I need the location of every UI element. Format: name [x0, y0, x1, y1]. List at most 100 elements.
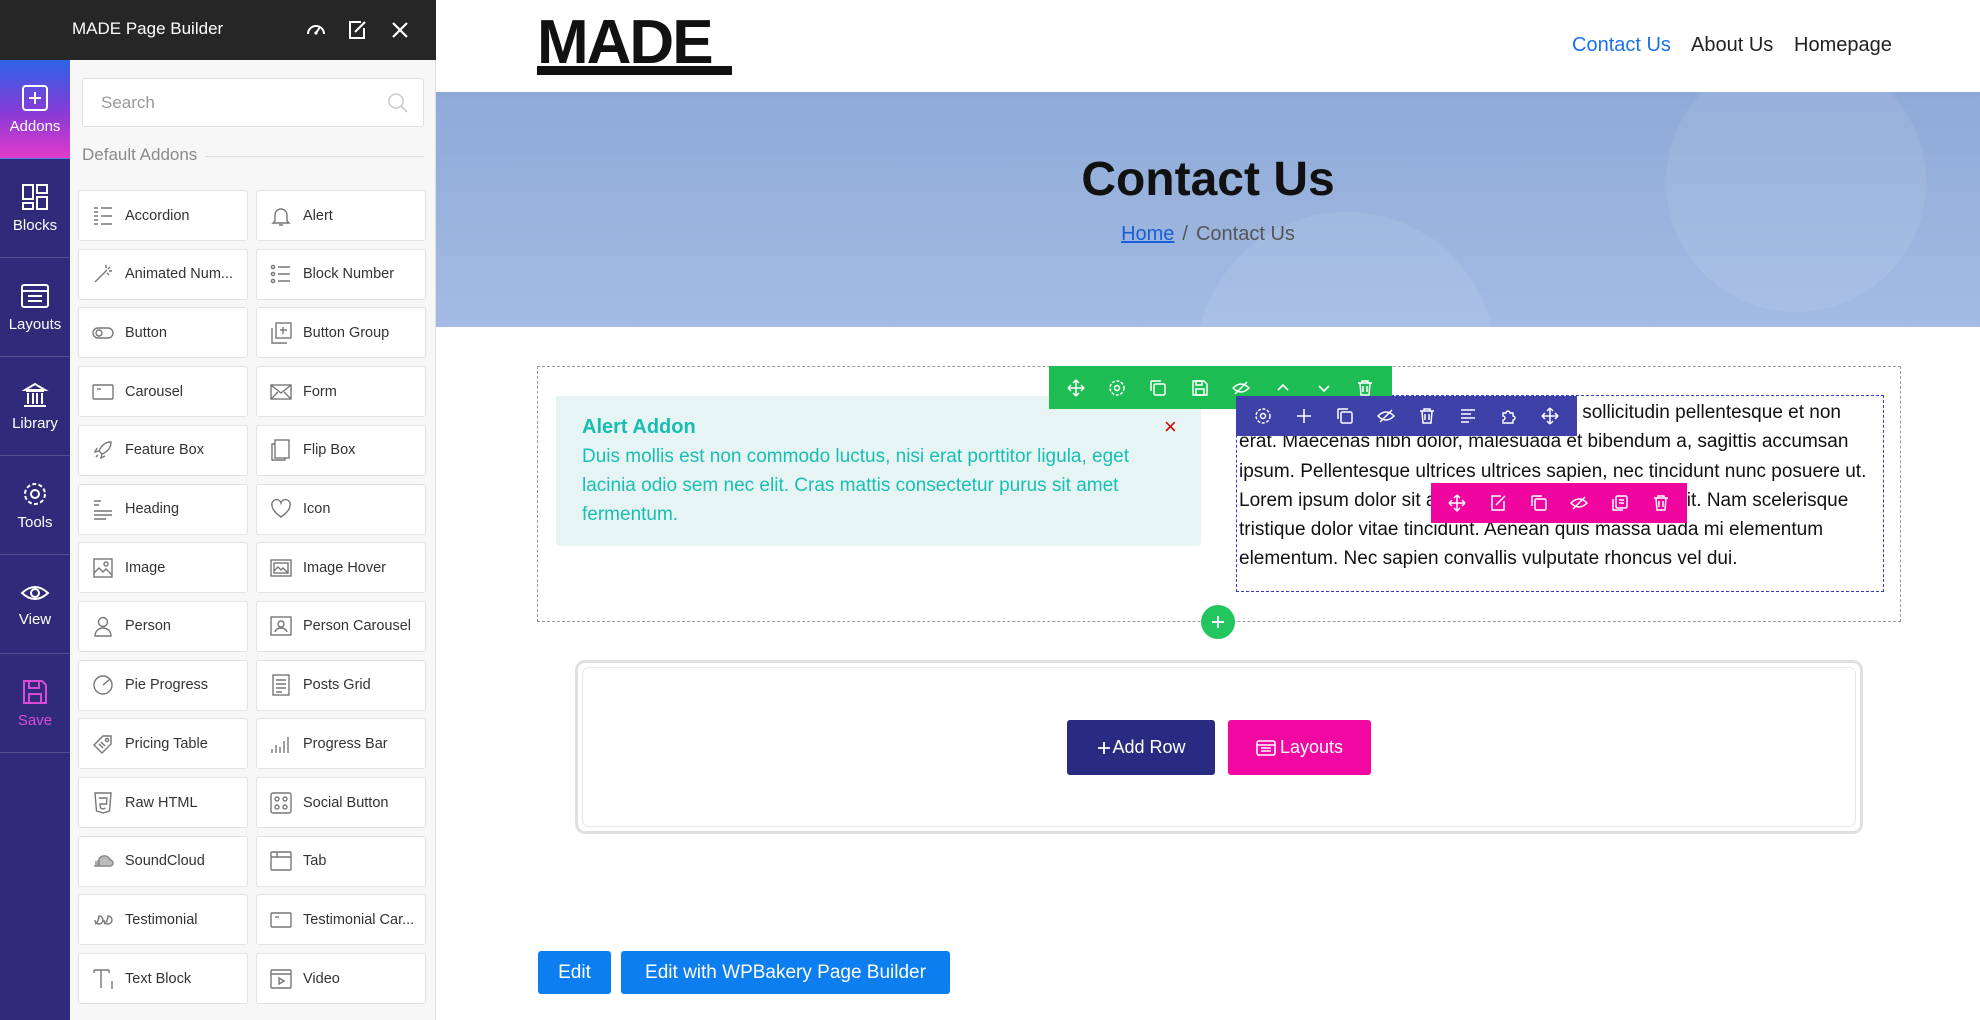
- trash-icon[interactable]: [1413, 402, 1441, 430]
- site-logo[interactable]: MADE: [537, 12, 714, 74]
- rail-item-save[interactable]: Save: [0, 654, 70, 753]
- edit-wpbakery-button[interactable]: Edit with WPBakery Page Builder: [621, 951, 950, 994]
- duplicate-icon[interactable]: [1606, 489, 1634, 517]
- section-divider: [205, 156, 424, 157]
- addon-tile-video[interactable]: Video: [256, 953, 426, 1005]
- align-icon[interactable]: [1454, 402, 1482, 430]
- addons-panel: MADE Page Builder Default Addons Accordi…: [0, 0, 534, 1020]
- rail-item-label: Blocks: [12, 216, 58, 234]
- blocks-icon: [22, 183, 48, 210]
- addon-tile-button[interactable]: Button: [78, 307, 248, 359]
- addon-tile-posts-grid[interactable]: Posts Grid: [256, 659, 426, 711]
- addon-tile-image-hover[interactable]: Image Hover: [256, 542, 426, 594]
- edit-icon[interactable]: [343, 16, 371, 44]
- addon-tile-label: Flip Box: [303, 442, 356, 459]
- save-icon[interactable]: [1186, 374, 1214, 402]
- breadcrumb-home[interactable]: Home: [1121, 223, 1174, 245]
- nav-homepage[interactable]: Homepage: [1794, 34, 1892, 57]
- puzzle-icon[interactable]: [1495, 402, 1523, 430]
- edit-icon[interactable]: [1484, 489, 1512, 517]
- alert-close-icon[interactable]: ×: [1164, 414, 1177, 440]
- magic-wand-icon: [94, 265, 112, 283]
- carousel-icon: [92, 383, 114, 400]
- rail-item-label: Layouts: [8, 315, 62, 333]
- page-canvas: MADE Contact Us About Us Homepage Contac…: [436, 0, 1980, 1020]
- addon-tile-accordion[interactable]: Accordion: [78, 190, 248, 241]
- eye-slash-icon[interactable]: [1372, 402, 1400, 430]
- add-section-button[interactable]: [1201, 605, 1235, 639]
- addon-tile-social-button[interactable]: Social Button: [256, 777, 426, 828]
- addon-tile-label: Text Block: [125, 970, 192, 987]
- addon-tile-pie-progress[interactable]: Pie Progress: [78, 659, 248, 711]
- addon-tile-flip-box[interactable]: Flip Box: [256, 424, 426, 476]
- text-block-icon: [93, 968, 113, 989]
- rail-item-tools[interactable]: Tools: [0, 456, 70, 555]
- gear-icon[interactable]: [1103, 374, 1131, 402]
- column-toolbar: [1236, 396, 1577, 436]
- addon-tile-text-block[interactable]: Text Block: [78, 953, 248, 1005]
- breadcrumb: Home / Contact Us: [436, 223, 1980, 246]
- addon-tile-carousel[interactable]: Carousel: [78, 366, 248, 418]
- addon-tile-soundcloud[interactable]: SoundCloud: [78, 835, 248, 887]
- rail-item-layouts[interactable]: Layouts: [0, 258, 70, 357]
- rail-item-library[interactable]: Library: [0, 357, 70, 456]
- addon-tile-testimonial-car[interactable]: Testimonial Car...: [256, 894, 426, 946]
- addon-tile-animated-num[interactable]: Animated Num...: [78, 248, 248, 300]
- addon-tile-label: Person: [125, 618, 171, 635]
- accordion-icon: [94, 206, 112, 225]
- addon-tile-block-number[interactable]: Block Number: [256, 248, 426, 300]
- layouts-button[interactable]: Layouts: [1228, 720, 1371, 775]
- addon-tile-label: Tab: [303, 853, 327, 870]
- addon-tile-label: Testimonial: [125, 911, 198, 928]
- addon-tile-pricing-table[interactable]: Pricing Table: [78, 718, 248, 770]
- logo-underline: [537, 66, 732, 75]
- addon-tile-person-carousel[interactable]: Person Carousel: [256, 600, 426, 652]
- search-icon[interactable]: [387, 92, 409, 114]
- addon-tile-raw-html[interactable]: Raw HTML: [78, 777, 248, 828]
- addon-tile-feature-box[interactable]: Feature Box: [78, 424, 248, 476]
- layouts-label: Layouts: [1279, 737, 1344, 757]
- addon-tile-form[interactable]: Form: [256, 366, 426, 418]
- addon-tile-tab[interactable]: Tab: [256, 835, 426, 887]
- move-icon[interactable]: [1062, 374, 1090, 402]
- eye-slash-icon[interactable]: [1565, 489, 1593, 517]
- addon-tile-label: Raw HTML: [125, 794, 198, 811]
- copy-icon[interactable]: [1525, 489, 1553, 517]
- plus-icon[interactable]: [1290, 402, 1318, 430]
- trash-icon[interactable]: [1647, 489, 1675, 517]
- addon-tile-label: Posts Grid: [303, 677, 371, 694]
- nav-about-us[interactable]: About Us: [1691, 34, 1773, 57]
- addon-tile-icon[interactable]: Icon: [256, 483, 426, 535]
- price-tag-icon: [93, 735, 112, 754]
- edit-button[interactable]: Edit: [538, 951, 611, 994]
- addon-tile-testimonial[interactable]: Testimonial: [78, 894, 248, 946]
- addon-tile-heading[interactable]: Heading: [78, 483, 248, 535]
- page-title: Contact Us: [1081, 153, 1335, 206]
- search-input[interactable]: [83, 79, 423, 126]
- addon-tile-label: Social Button: [303, 794, 389, 811]
- rail-item-blocks[interactable]: Blocks: [0, 159, 70, 258]
- addon-tile-progress-bar[interactable]: Progress Bar: [256, 718, 426, 770]
- alert-text: Duis mollis est non commodo luctus, nisi…: [582, 446, 1130, 525]
- addon-tile-button-group[interactable]: Button Group: [256, 307, 426, 359]
- move-icon[interactable]: [1536, 402, 1564, 430]
- add-row-button[interactable]: Add Row: [1067, 720, 1215, 775]
- addon-tile-label: Image: [125, 559, 166, 576]
- copy-icon[interactable]: [1144, 374, 1172, 402]
- rail-item-addons[interactable]: Addons: [0, 60, 70, 159]
- copy-icon[interactable]: [1331, 402, 1359, 430]
- pie-progress-icon: [93, 675, 113, 695]
- gear-icon[interactable]: [1249, 402, 1277, 430]
- flip-box-icon: [271, 439, 290, 461]
- addon-tile-label: Feature Box: [125, 442, 204, 459]
- addon-tile-image[interactable]: Image: [78, 542, 248, 594]
- close-icon[interactable]: [386, 16, 414, 44]
- rail-item-view[interactable]: View: [0, 555, 70, 654]
- dashboard-icon[interactable]: [302, 16, 330, 44]
- plus-square-icon: [22, 84, 48, 111]
- addon-tile-alert[interactable]: Alert: [256, 190, 426, 241]
- addon-tile-person[interactable]: Person: [78, 600, 248, 652]
- alert-addon[interactable]: Alert Addon Duis mollis est non commodo …: [556, 396, 1201, 546]
- nav-contact-us[interactable]: Contact Us: [1572, 34, 1671, 57]
- move-icon[interactable]: [1443, 489, 1471, 517]
